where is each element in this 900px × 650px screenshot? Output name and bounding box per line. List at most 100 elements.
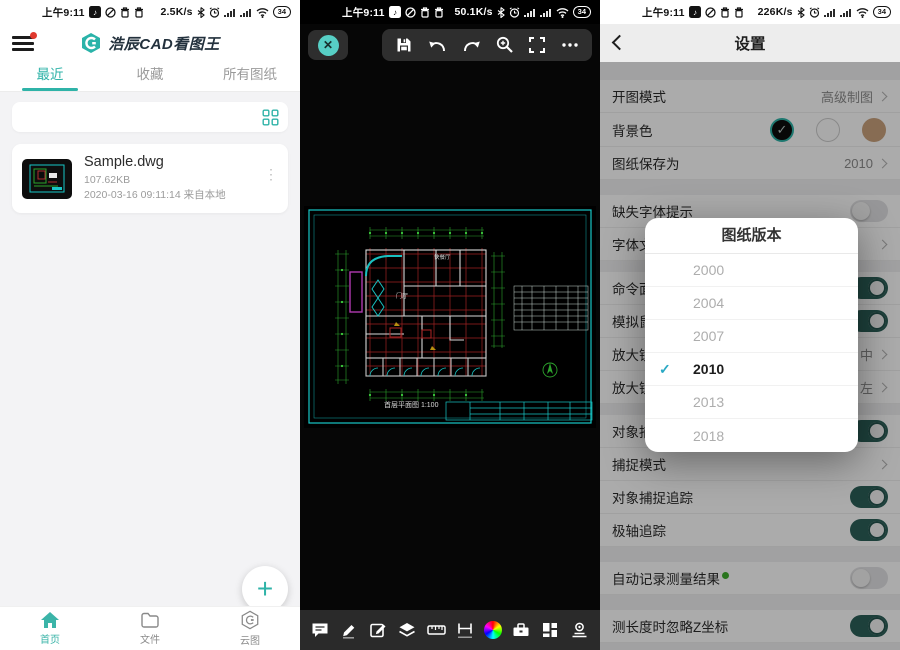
search-input[interactable] [12,102,288,132]
dialog-title: 图纸版本 [645,218,858,254]
cell-signal-icon [224,7,236,18]
settings-screen-panel: 上午9:11 ♪ 226K/s 34 设置 开图模式 高级制图 背景色 [600,0,900,650]
do-not-disturb-icon [105,7,116,18]
cad-room-label-restaurant: 快餐厅 [434,253,451,261]
ruler-measure-icon[interactable] [426,620,447,640]
svg-text:♪: ♪ [393,8,397,17]
do-not-disturb-icon [405,7,416,18]
version-option-2018[interactable]: 2018 [645,419,858,452]
app-title: 浩辰CAD看图王 [108,33,220,54]
nav-cloud-label: 云图 [240,632,260,647]
file-name: Sample.dwg [84,154,278,170]
app-brand: 浩辰CAD看图王 [80,32,220,54]
cell-signal-icon [240,7,252,18]
back-icon[interactable] [612,35,628,51]
layout-blocks-icon[interactable] [540,620,560,640]
file-date-source: 2020-03-16 09:11:14 来自本地 [84,188,278,203]
battery-icon: 34 [573,6,591,18]
tab-recent[interactable]: 最近 [0,62,100,91]
version-option-2013[interactable]: 2013 [645,386,858,419]
cell-signal-icon [540,7,552,18]
file-thumbnail [22,159,72,199]
nav-cloud[interactable]: 云图 [200,607,300,650]
comment-icon[interactable] [310,620,330,640]
trash-icon [734,7,744,18]
nav-home-label: 首页 [40,631,60,646]
version-option-2004[interactable]: 2004 [645,287,858,320]
nav-files[interactable]: 文件 [100,607,200,650]
view-projection-icon[interactable] [569,620,590,640]
color-wheel-icon[interactable] [484,621,502,639]
viewer-toolbar [382,29,592,61]
trash-icon [434,7,444,18]
app-logo-icon [80,32,102,54]
trash-icon [134,7,144,18]
bottom-navigation: 首页 文件 云图 [0,606,300,650]
page-title: 设置 [734,32,765,54]
version-option-2000[interactable]: 2000 [645,254,858,287]
svg-text:♪: ♪ [93,8,97,17]
version-option-2007[interactable]: 2007 [645,320,858,353]
trash-icon [420,7,430,18]
version-option-label: 2010 [693,361,724,377]
close-drawing-button[interactable]: ✕ [308,30,348,60]
grid-view-icon[interactable] [262,109,279,126]
cad-caption: 首层平面图 1:100 [384,400,439,409]
network-speed: 226K/s [758,6,793,18]
trash-icon [120,7,130,18]
layers-icon[interactable] [397,620,417,640]
hamburger-menu-icon[interactable] [12,36,34,54]
close-icon: ✕ [318,35,339,56]
cad-room-label-lobby: 门厅 [396,292,408,300]
draw-pencil-icon[interactable] [339,620,359,640]
status-time: 上午9:11 [642,5,685,20]
wifi-icon [256,7,269,18]
tab-bar: 最近 收藏 所有图纸 [0,62,300,92]
file-size: 107.62KB [84,173,278,188]
network-speed: 2.5K/s [161,6,193,18]
file-more-menu-icon[interactable]: ⋮ [264,170,278,179]
wifi-icon [856,7,869,18]
fullscreen-icon[interactable] [527,35,547,55]
undo-icon[interactable] [426,35,448,55]
battery-icon: 34 [873,6,891,18]
cad-drawing-canvas[interactable]: 首层平面图 1:100 门厅 快餐厅 [304,206,596,428]
folder-icon [140,611,160,629]
wifi-icon [556,7,569,18]
toolbox-icon[interactable] [511,620,531,640]
home-screen-panel: 上午9:11 ♪ 2.5K/s 34 浩辰CAD看图王 [0,0,300,650]
music-app-icon: ♪ [89,6,101,18]
file-source: 来自本地 [184,189,226,201]
alarm-icon [809,7,820,18]
drawing-version-dialog: 图纸版本 2000 2004 2007 ✓ 2010 2013 2018 [645,218,858,452]
alarm-icon [209,7,220,18]
cell-signal-icon [840,7,852,18]
tab-all-drawings[interactable]: 所有图纸 [200,62,300,91]
music-app-icon: ♪ [389,6,401,18]
file-list-item[interactable]: Sample.dwg 107.62KB 2020-03-16 09:11:14 … [12,144,288,213]
bluetooth-icon [197,7,205,18]
status-bar: 上午9:11 ♪ 2.5K/s 34 [0,0,300,24]
edit-note-icon[interactable] [368,620,388,640]
svg-text:♪: ♪ [693,8,697,17]
active-tab-indicator [22,88,78,91]
file-date: 2020-03-16 09:11:14 [84,189,181,201]
tab-favorites[interactable]: 收藏 [100,62,200,91]
more-options-icon[interactable] [560,35,580,55]
bluetooth-icon [497,7,505,18]
file-meta: Sample.dwg 107.62KB 2020-03-16 09:11:14 … [84,154,278,203]
settings-header: 设置 [600,24,900,62]
status-time: 上午9:11 [342,5,385,20]
zoom-icon[interactable] [495,35,515,55]
home-icon [40,611,60,629]
save-icon[interactable] [394,35,414,55]
measure-distance-icon[interactable] [455,620,475,640]
nav-home[interactable]: 首页 [0,607,100,650]
redo-icon[interactable] [461,35,483,55]
app-header: 浩辰CAD看图王 [0,24,300,62]
version-option-2010[interactable]: ✓ 2010 [645,353,858,386]
check-icon: ✓ [659,361,671,378]
status-time: 上午9:11 [42,5,85,20]
cell-signal-icon [824,7,836,18]
notification-dot [30,32,37,39]
